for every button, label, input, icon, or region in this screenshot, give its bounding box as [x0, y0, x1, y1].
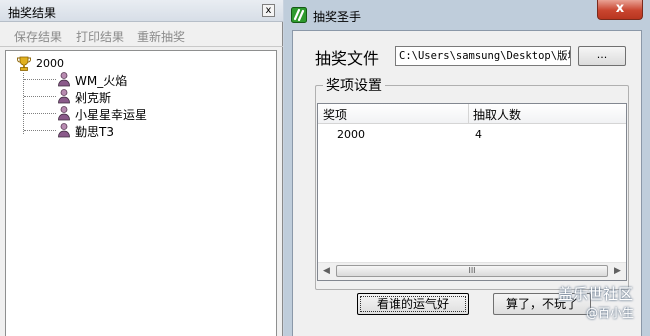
tree-item-winner[interactable]: 勤思T3	[75, 123, 114, 140]
menu-redraw[interactable]: 重新抽奖	[137, 28, 185, 45]
column-header-count[interactable]: 抽取人数	[473, 106, 521, 123]
scroll-right-icon[interactable]: ▶	[609, 263, 626, 280]
draw-button[interactable]: 看谁的运气好	[357, 293, 469, 315]
person-icon	[58, 89, 70, 104]
tree-root-label[interactable]: 2000	[36, 57, 64, 70]
file-path-field[interactable]: C:\Users\samsung\Desktop\版块	[395, 46, 571, 66]
lottery-app-icon	[291, 7, 307, 23]
results-menubar: 保存结果 打印结果 重新抽奖	[0, 22, 283, 47]
prize-list-header: 奖项 抽取人数	[318, 104, 626, 124]
tree-connector	[24, 113, 56, 114]
results-window-title: 抽奖结果	[8, 6, 57, 20]
person-icon	[58, 123, 70, 138]
watermark-author: @百小生	[586, 306, 635, 320]
prize-cell[interactable]: 2000	[337, 128, 365, 141]
window-close-button[interactable]: x	[597, 0, 643, 20]
count-cell[interactable]: 4	[475, 128, 482, 141]
results-titlebar[interactable]: 抽奖结果 x	[0, 0, 283, 22]
tree-item-winner[interactable]: 小星星幸运星	[75, 106, 147, 123]
results-window: 抽奖结果 x 保存结果 打印结果 重新抽奖 2000 WM_火焰 剁克斯 小星星…	[0, 0, 283, 336]
lottery-titlebar[interactable]: 抽奖圣手 x	[284, 0, 650, 30]
person-icon	[58, 106, 70, 121]
horizontal-scrollbar[interactable]: ◀ III ▶	[318, 262, 626, 280]
column-divider[interactable]	[468, 104, 469, 123]
tree-connector	[24, 79, 56, 80]
watermark-community: 盖乐世社区	[558, 285, 634, 303]
scroll-thumb[interactable]: III	[336, 265, 608, 277]
column-header-prize[interactable]: 奖项	[323, 106, 347, 123]
results-close-button[interactable]: x	[262, 4, 275, 17]
scroll-left-icon[interactable]: ◀	[318, 263, 335, 280]
tree-connector	[24, 130, 56, 131]
tree-item-winner[interactable]: WM_火焰	[75, 72, 127, 89]
prize-settings-title: 奖项设置	[323, 75, 385, 95]
prize-list[interactable]: 奖项 抽取人数 2000 4 ◀ III ▶	[317, 103, 627, 281]
results-tree: 2000 WM_火焰 剁克斯 小星星幸运星 勤思T3	[5, 50, 277, 336]
trophy-icon	[17, 56, 31, 71]
tree-connector	[23, 73, 24, 134]
browse-button[interactable]: ...	[578, 46, 626, 66]
file-label: 抽奖文件	[315, 49, 380, 68]
lottery-window-title: 抽奖圣手	[313, 10, 362, 24]
tree-connector	[24, 96, 56, 97]
menu-print-results[interactable]: 打印结果	[76, 28, 124, 45]
menu-save-results[interactable]: 保存结果	[14, 28, 62, 45]
tree-item-winner[interactable]: 剁克斯	[75, 89, 111, 106]
person-icon	[58, 72, 70, 87]
